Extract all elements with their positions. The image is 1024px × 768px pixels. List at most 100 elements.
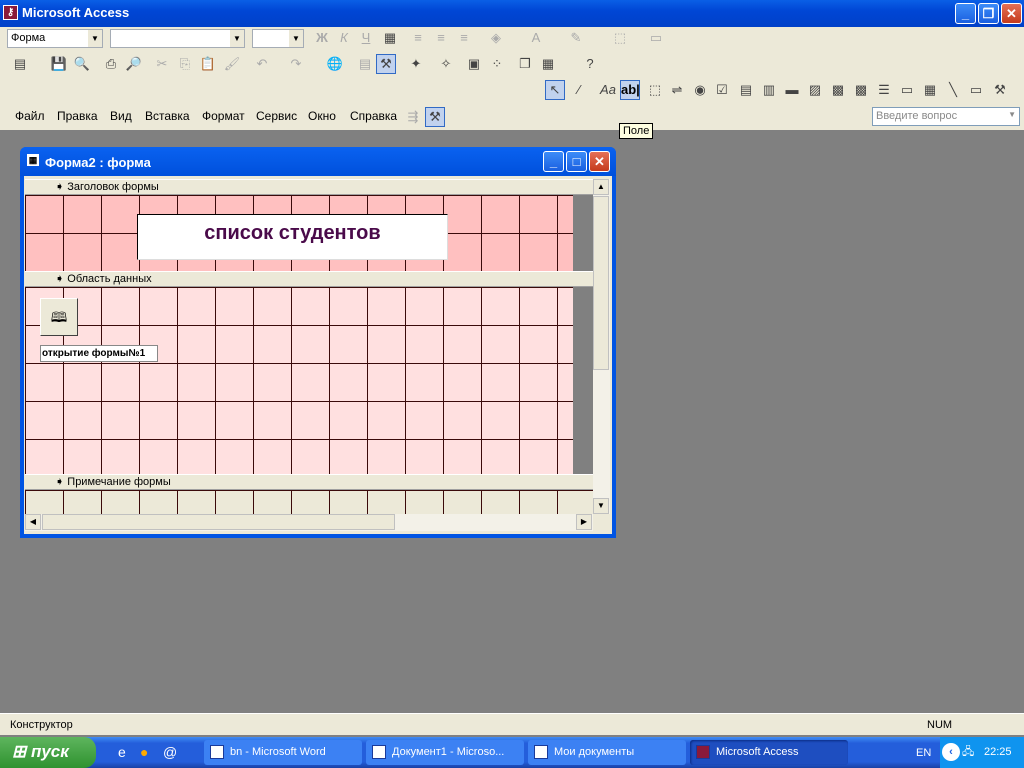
redo-icon[interactable]: ↷ [286,54,306,74]
menu-edit[interactable]: Правка [57,109,98,123]
object-combo[interactable]: Форма ▼ [7,29,103,48]
unbound-object-icon[interactable]: ▩ [828,80,848,100]
fill-color-icon[interactable]: ◈ [486,28,506,48]
task-word-doc1[interactable]: Документ1 - Microso... [366,740,524,765]
vertical-scrollbar[interactable]: ▲ ▼ [593,179,610,514]
menu-insert[interactable]: Вставка [145,109,190,123]
save-icon[interactable]: 💾 [49,54,69,74]
font-color-icon[interactable]: A [526,28,546,48]
horizontal-scroll-thumb[interactable] [42,514,395,530]
task-word-bn[interactable]: bn - Microsoft Word [204,740,362,765]
section-detail-band[interactable]: ➧ Область данных [25,271,593,287]
restore-button[interactable]: ❐ [978,3,999,24]
option-group-icon[interactable]: ⬚ [645,80,665,100]
italic-button[interactable]: К [334,28,354,48]
menu-file[interactable]: Файл [15,109,45,123]
builder-icon[interactable]: ⁘ [487,54,507,74]
open-form-command-button[interactable]: 🕮 [40,298,78,336]
button-caption-label[interactable]: открытие формы№1 [40,345,158,362]
language-indicator[interactable]: EN [916,747,931,759]
autoformat-icon[interactable]: ✦ [406,54,426,74]
database-window-icon[interactable]: ❐ [515,54,535,74]
tray-expand-icon[interactable]: ‹ [942,743,960,761]
control-wizards-icon[interactable]: ⁄ [569,80,589,100]
start-button[interactable]: ⊞ пуск [0,737,96,768]
undo-icon[interactable]: ↶ [252,54,272,74]
checkbox-icon[interactable]: ☑ [712,80,732,100]
scroll-left-button[interactable]: ◀ [25,514,41,530]
rectangle-tool-icon[interactable]: ▭ [966,80,986,100]
combo-box-icon[interactable]: ▤ [736,80,756,100]
search-icon[interactable]: 🔍 [72,54,92,74]
code-icon[interactable]: ✧ [436,54,456,74]
option-button-icon[interactable]: ◉ [690,80,710,100]
section-header-band[interactable]: ➧ Заголовок формы [25,179,593,195]
align-right-icon[interactable]: ≡ [454,28,474,48]
quick-launch-ie-icon[interactable]: e [118,744,126,760]
task-my-documents[interactable]: Мои документы [528,740,686,765]
table-icon[interactable]: ▦ [380,28,400,48]
scroll-up-button[interactable]: ▲ [593,179,609,195]
underline-button[interactable]: Ч [356,28,376,48]
line-color-icon[interactable]: ✎ [566,28,586,48]
new-object-icon[interactable]: ▦ [538,54,558,74]
properties-icon[interactable]: ▣ [464,54,484,74]
size-combo[interactable]: ▼ [252,29,304,48]
bold-button[interactable]: Ж [312,28,332,48]
menu-help[interactable]: Справка [350,109,397,123]
menu-collapse-icon[interactable]: ⇶ [403,107,423,127]
quick-launch-outlook-icon[interactable]: @ [163,744,177,760]
hyperlink-icon[interactable]: 🌐 [325,54,345,74]
cut-icon[interactable]: ✂ [152,54,172,74]
horizontal-scrollbar[interactable]: ◀ ▶ [25,514,593,531]
print-preview-icon[interactable]: 🔎 [124,54,144,74]
close-button[interactable]: ✕ [1001,3,1022,24]
form-close-button[interactable]: ✕ [589,151,610,172]
menu-format[interactable]: Формат [202,109,245,123]
form-footer-area[interactable] [25,490,593,514]
subform-icon[interactable]: ▦ [920,80,940,100]
toolbox-menu-icon[interactable]: ⚒ [425,107,445,127]
paste-icon[interactable]: 📋 [198,54,218,74]
minimize-button[interactable]: _ [955,3,976,24]
toolbox-icon[interactable]: ⚒ [376,54,396,74]
detail-area[interactable] [25,287,573,474]
list-box-icon[interactable]: ▥ [759,80,779,100]
label-tool-icon[interactable]: Aa [598,80,618,100]
align-center-icon[interactable]: ≡ [431,28,451,48]
bound-object-icon[interactable]: ▩ [851,80,871,100]
more-controls-icon[interactable]: ⚒ [990,80,1010,100]
network-icon[interactable]: 🖧 [962,743,974,762]
border-icon[interactable]: ⬚ [610,28,630,48]
scroll-right-button[interactable]: ▶ [576,514,592,530]
tab-control-icon[interactable]: ▭ [897,80,917,100]
ask-question-input[interactable]: Введите вопрос ▼ [872,107,1020,126]
vertical-scroll-thumb[interactable] [593,196,609,370]
special-effect-icon[interactable]: ▭ [646,28,666,48]
menu-view[interactable]: Вид [110,109,132,123]
field-list-icon[interactable]: ▤ [355,54,375,74]
copy-icon[interactable]: ⎘ [175,54,195,74]
textbox-tool-icon[interactable]: ab| [620,80,640,100]
select-objects-icon[interactable]: ↖ [545,80,565,100]
toggle-button-icon[interactable]: ⇌ [667,80,687,100]
task-access[interactable]: Microsoft Access [690,740,848,765]
title-label[interactable]: список студентов [137,214,448,260]
menu-window[interactable]: Окно [308,109,336,123]
command-button-icon[interactable]: ▬ [782,80,802,100]
quick-launch-media-icon[interactable]: ● [140,744,148,760]
menu-tools[interactable]: Сервис [256,109,297,123]
page-break-icon[interactable]: ☰ [874,80,894,100]
form-maximize-button[interactable]: □ [566,151,587,172]
align-left-icon[interactable]: ≡ [408,28,428,48]
font-combo[interactable]: ▼ [110,29,245,48]
image-icon[interactable]: ▨ [805,80,825,100]
print-icon[interactable]: ⎙ [101,54,121,74]
scroll-down-button[interactable]: ▼ [593,498,609,514]
form-minimize-button[interactable]: _ [543,151,564,172]
help-icon[interactable]: ? [580,54,600,74]
line-tool-icon[interactable]: ╲ [943,80,963,100]
format-painter-icon[interactable]: 🖌 [222,54,242,74]
view-icon[interactable]: ▤ [10,54,30,74]
section-footer-band[interactable]: ➧ Примечание формы [25,474,593,490]
